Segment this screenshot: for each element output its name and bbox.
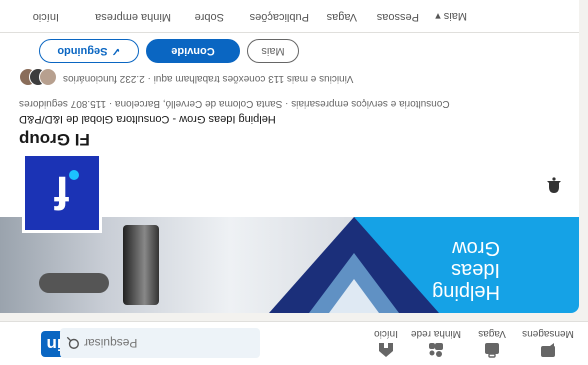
company-card: Helping Ideas Grow f FI Group Helping Id… <box>0 0 579 313</box>
notification-bell-icon[interactable] <box>545 177 563 195</box>
banner-tagline-line: Grow <box>452 237 500 259</box>
banner-tagline: Helping Ideas Grow <box>360 237 500 303</box>
tab-about[interactable]: Sobre <box>195 11 224 23</box>
avatar <box>39 68 57 86</box>
company-meta: Consultoria e serviços empresariais · Sa… <box>19 98 450 109</box>
tab-jobs[interactable]: Vagas <box>327 11 357 23</box>
tab-my-company[interactable]: Minha empresa <box>95 11 171 23</box>
banner-tagline-line: Ideas <box>451 259 500 281</box>
briefcase-icon <box>485 343 499 358</box>
company-logo-mark: f <box>54 167 70 219</box>
tab-people[interactable]: Pessoas <box>377 11 419 23</box>
more-button[interactable]: Mais <box>247 39 299 63</box>
banner-microscope <box>123 225 159 305</box>
following-label: Seguindo <box>57 45 108 57</box>
nav-messaging-label: Mensagens <box>522 328 574 339</box>
nav-home-label: Início <box>374 328 398 339</box>
search-input[interactable] <box>84 328 250 358</box>
messaging-icon <box>541 343 555 357</box>
home-icon <box>379 343 393 357</box>
nav-messaging[interactable]: Mensagens <box>520 323 576 361</box>
tab-posts[interactable]: Publicações <box>250 11 309 23</box>
search-icon <box>66 336 79 349</box>
nav-jobs[interactable]: Vagas <box>464 323 520 361</box>
invite-button[interactable]: Convide <box>146 39 240 63</box>
following-button[interactable]: ✓Seguindo <box>39 39 139 63</box>
nav-jobs-label: Vagas <box>478 328 506 339</box>
connections-row[interactable]: Vinicius e mais 113 conexões trabalham a… <box>19 68 419 86</box>
page-stage: in Início Minha rede Vagas Mensagens <box>0 0 588 365</box>
company-tagline: Helping Ideas Grow - Consultora Global d… <box>19 113 276 125</box>
nav-network[interactable]: Minha rede <box>408 323 464 361</box>
network-icon <box>429 343 443 357</box>
nav-home[interactable]: Início <box>358 323 414 361</box>
check-icon: ✓ <box>111 45 121 57</box>
global-nav: in Início Minha rede Vagas Mensagens <box>0 321 588 365</box>
chevron-down-icon: ▾ <box>435 10 441 22</box>
banner-lens <box>39 273 109 293</box>
nav-network-label: Minha rede <box>410 328 462 339</box>
company-tabs: Início Minha empresa Sobre Publicações V… <box>0 0 579 33</box>
search-box[interactable] <box>60 328 260 358</box>
tab-home[interactable]: Início <box>33 11 59 23</box>
connections-text: Vinicius e mais 113 conexões trabalham a… <box>63 73 354 84</box>
company-logo-dot <box>69 170 79 180</box>
banner-tagline-line: Helping <box>432 281 500 303</box>
tab-more[interactable]: Mais ▾ <box>435 10 467 23</box>
company-logo[interactable]: f <box>22 153 102 233</box>
connection-avatars <box>19 68 59 86</box>
tab-more-label: Mais <box>443 10 467 22</box>
company-name: FI Group <box>19 130 90 149</box>
